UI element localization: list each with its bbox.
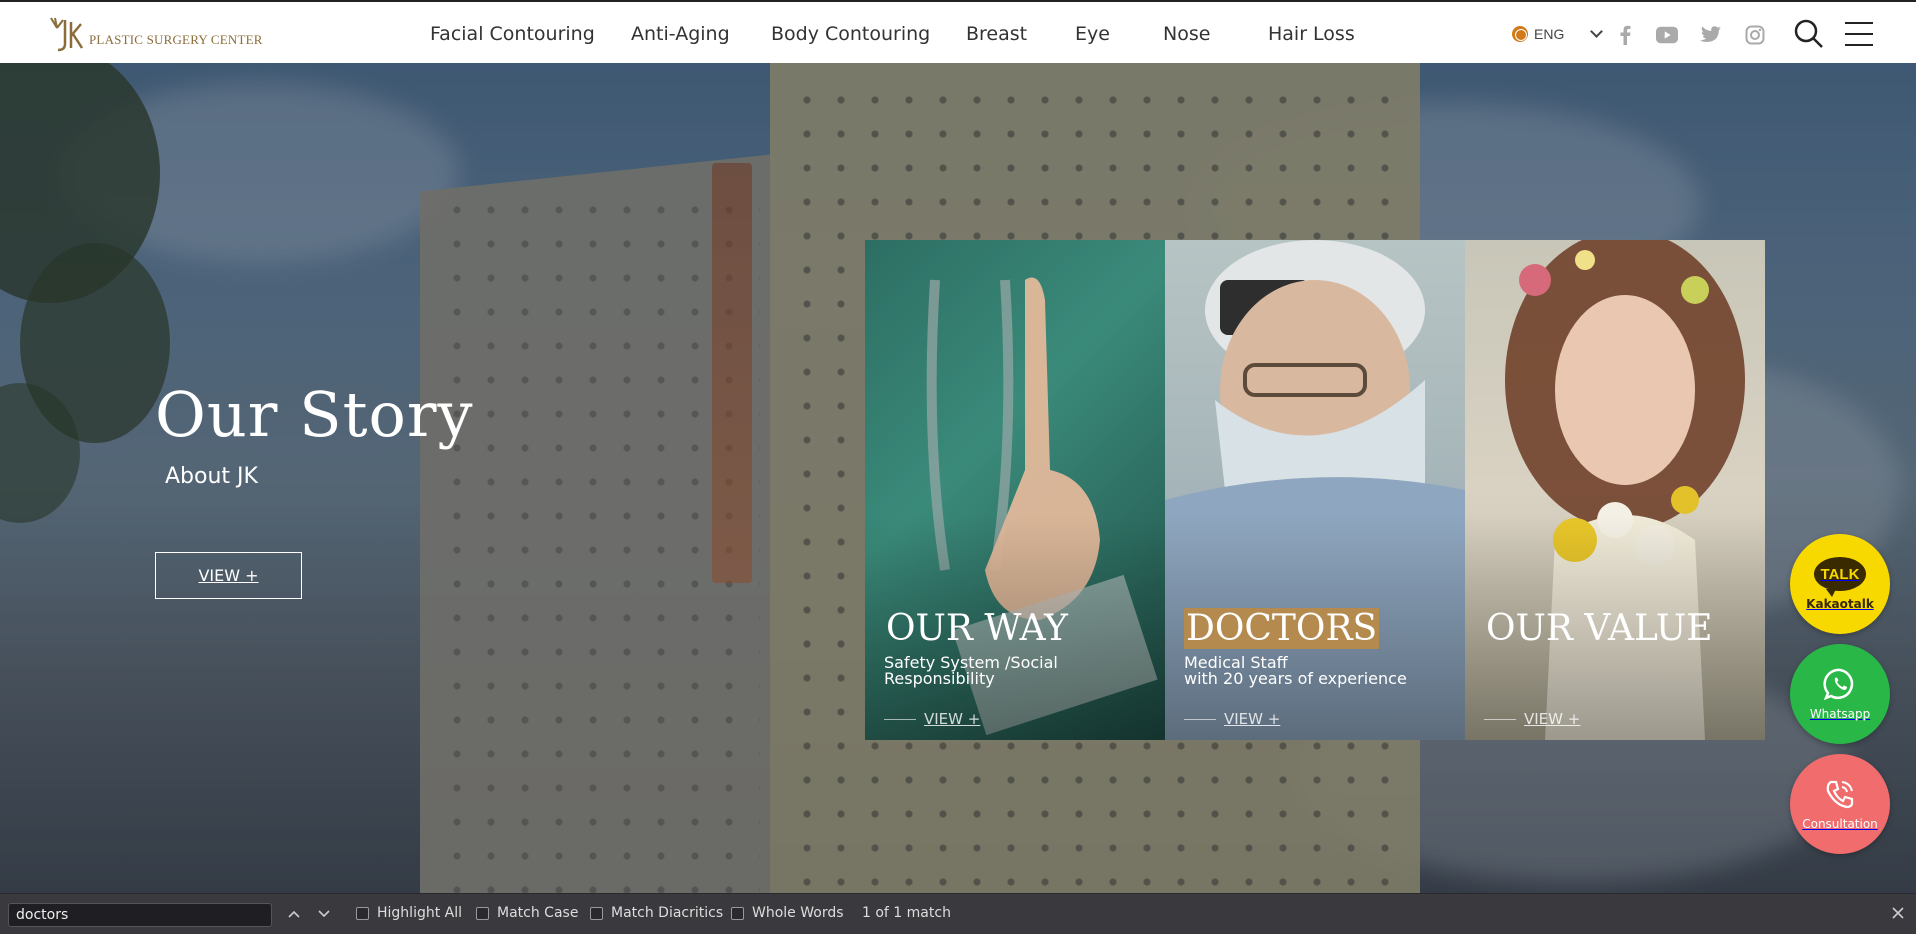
language-selector[interactable]: ENG	[1512, 24, 1604, 44]
kakao-talk-icon: TALK	[1814, 557, 1866, 597]
card-our-value[interactable]: OUR VALUE VIEW +	[1465, 240, 1765, 740]
chevron-down-icon	[318, 910, 330, 918]
chevron-down-icon	[1590, 24, 1604, 38]
hero-view-button[interactable]: VIEW +	[155, 552, 302, 599]
nav-breast[interactable]: Breast	[966, 23, 1027, 45]
hero-subtitle: About JK	[165, 464, 258, 489]
card-title: OUR VALUE	[1486, 608, 1713, 649]
kakaotalk-button[interactable]: TALK Kakaotalk	[1790, 534, 1890, 634]
phone-icon	[1826, 780, 1854, 809]
card-view-link[interactable]: VIEW +	[1484, 710, 1580, 728]
nav-body-contouring[interactable]: Body Contouring	[771, 23, 930, 45]
whatsapp-label: Whatsapp	[1809, 707, 1871, 721]
find-match-status: 1 of 1 match	[862, 905, 951, 921]
card-doctors[interactable]: DOCTORS Medical Staff with 20 years of e…	[1165, 240, 1465, 740]
consultation-button[interactable]: Consultation	[1790, 754, 1890, 854]
nav-hair-loss[interactable]: Hair Loss	[1268, 23, 1355, 45]
kakaotalk-label: Kakaotalk	[1806, 597, 1874, 611]
card-title: DOCTORS	[1184, 608, 1380, 649]
story-cards: OUR WAY Safety System /Social Responsibi…	[865, 240, 1765, 740]
hamburger-menu-icon[interactable]	[1845, 22, 1873, 46]
language-label: ENG	[1534, 26, 1565, 42]
nav-nose[interactable]: Nose	[1163, 23, 1210, 45]
card-view-link[interactable]: VIEW +	[1184, 710, 1280, 728]
match-case-checkbox[interactable]: Match Case	[476, 905, 578, 921]
logo-text: PLASTIC SURGERY CENTER	[89, 32, 263, 47]
chevron-up-icon	[288, 910, 300, 918]
find-bar: doctors Highlight All Match Case Match D…	[0, 893, 1916, 934]
close-icon[interactable]	[1890, 905, 1908, 923]
search-icon[interactable]	[1793, 18, 1825, 50]
globe-icon	[1512, 26, 1528, 42]
jk-logo-icon	[50, 17, 84, 52]
twitter-icon[interactable]	[1700, 24, 1722, 46]
card-description: Safety System /Social Responsibility	[884, 653, 1058, 688]
consultation-label: Consultation	[1802, 817, 1878, 831]
find-input[interactable]: doctors	[8, 903, 272, 927]
whole-words-checkbox[interactable]: Whole Words	[731, 905, 844, 921]
youtube-icon[interactable]	[1656, 24, 1678, 46]
card-title: OUR WAY	[886, 608, 1068, 649]
nav-eye[interactable]: Eye	[1075, 23, 1110, 45]
site-header: PLASTIC SURGERY CENTER Facial Contouring…	[0, 0, 1916, 63]
whatsapp-button[interactable]: Whatsapp	[1790, 644, 1890, 744]
hero-section: Our Story About JK VIEW + OUR WAY Safety…	[0, 63, 1916, 893]
card-view-link[interactable]: VIEW +	[884, 710, 980, 728]
find-previous-button[interactable]	[284, 904, 304, 924]
match-diacritics-checkbox[interactable]: Match Diacritics	[590, 905, 723, 921]
nav-facial-contouring[interactable]: Facial Contouring	[430, 23, 595, 45]
find-next-button[interactable]	[314, 904, 334, 924]
highlight-all-checkbox[interactable]: Highlight All	[356, 905, 462, 921]
hero-title: Our Story	[155, 378, 474, 451]
card-description: Medical Staff with 20 years of experienc…	[1184, 653, 1407, 688]
nav-anti-aging[interactable]: Anti-Aging	[631, 23, 730, 45]
facebook-icon[interactable]	[1614, 24, 1636, 46]
instagram-icon[interactable]	[1744, 24, 1766, 46]
site-logo[interactable]: PLASTIC SURGERY CENTER	[45, 14, 263, 54]
whatsapp-icon	[1823, 668, 1854, 701]
card-our-way[interactable]: OUR WAY Safety System /Social Responsibi…	[865, 240, 1165, 740]
